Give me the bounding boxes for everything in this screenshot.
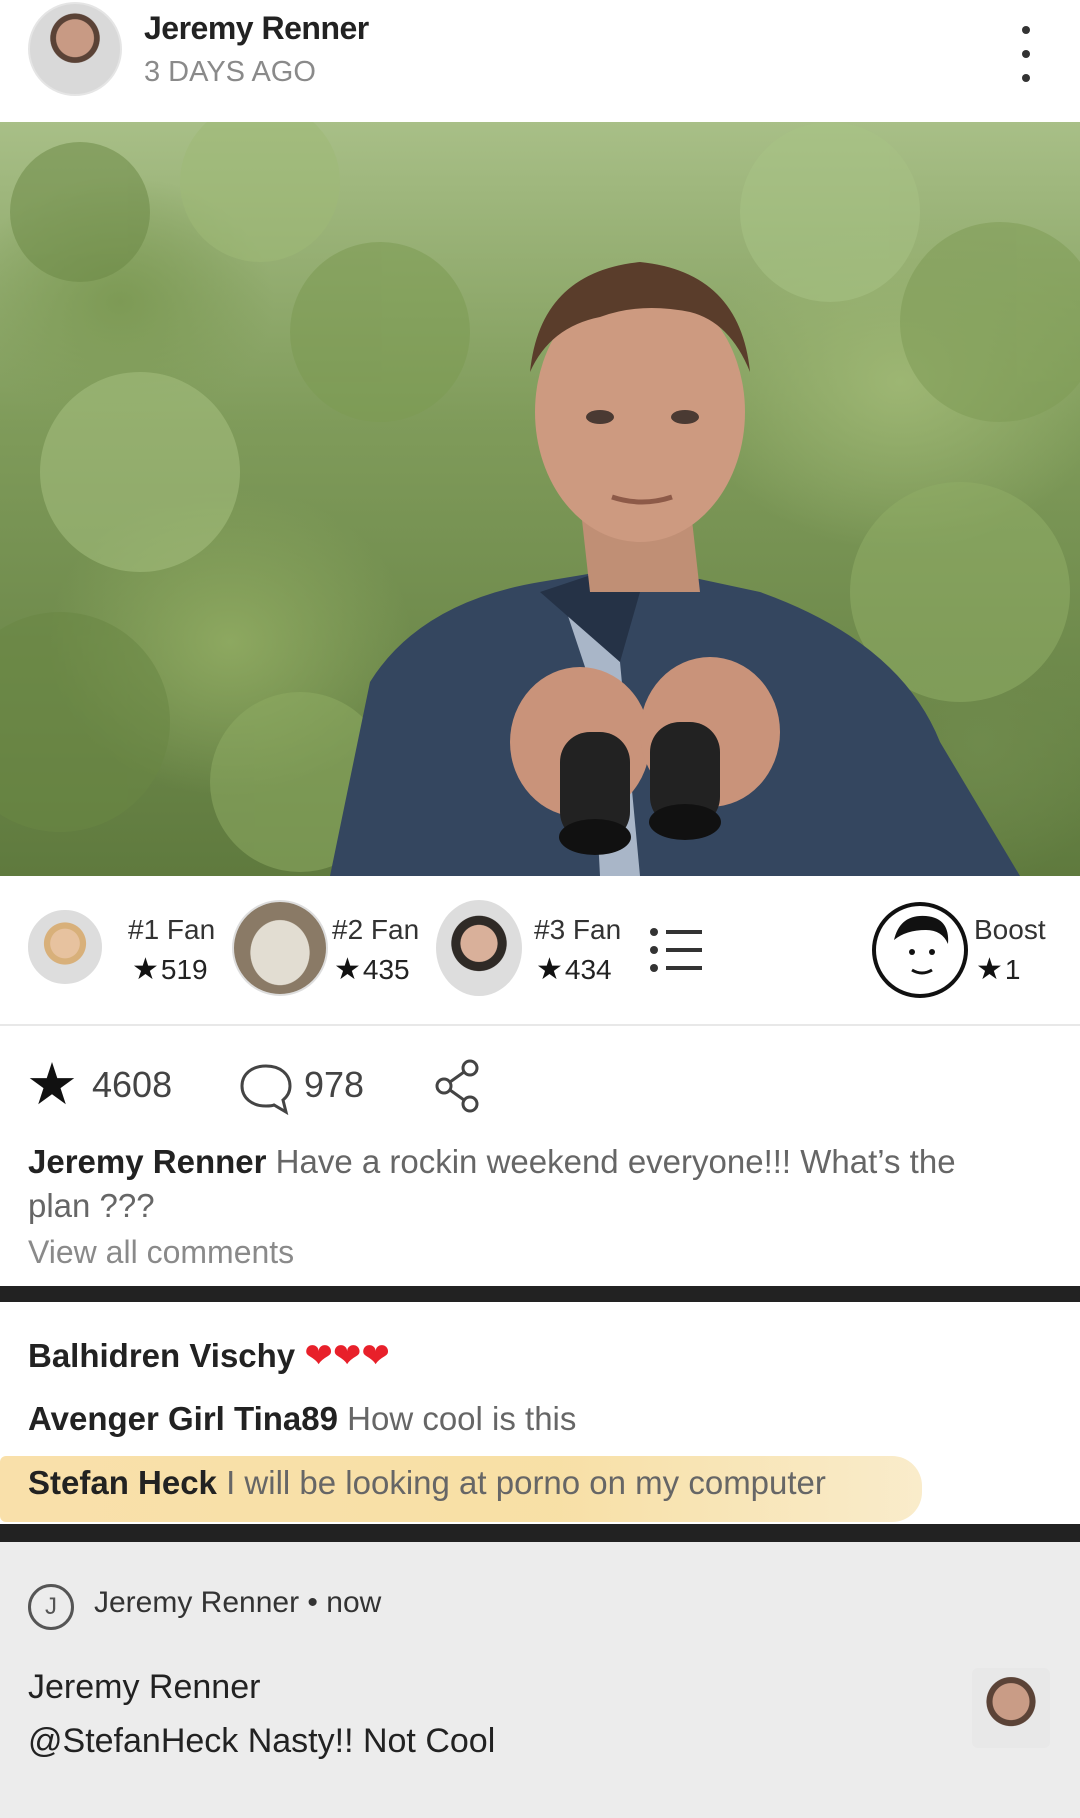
comment-text: How cool is this <box>347 1400 577 1437</box>
star-button-icon[interactable]: ★ <box>26 1056 78 1114</box>
post-header: Jeremy Renner 3 DAYS AGO <box>0 0 1080 122</box>
comment-author[interactable]: Balhidren Vischy <box>28 1337 295 1374</box>
share-icon[interactable] <box>432 1058 484 1114</box>
notification-title: Jeremy Renner <box>28 1668 261 1706</box>
fan-2-avatar[interactable] <box>232 900 328 996</box>
view-all-comments-link[interactable]: View all comments <box>28 1234 294 1271</box>
fan-2-score: ★435 <box>334 953 410 986</box>
fan-list-icon[interactable] <box>648 926 704 976</box>
notification-separator: • <box>307 1586 318 1619</box>
fan-3-rank: #3 Fan <box>534 914 622 945</box>
comment-3: Stefan Heck I will be looking at porno o… <box>28 1464 826 1502</box>
caption-text-continued: plan ??? <box>28 1187 155 1224</box>
comment-icon[interactable] <box>238 1060 294 1116</box>
fan-1-score: ★519 <box>132 953 208 986</box>
more-options-icon[interactable] <box>1010 26 1042 82</box>
comment-count: 978 <box>304 1064 365 1105</box>
post-actions: ★ 4608 978 <box>0 1040 1080 1132</box>
divider <box>0 1524 1080 1542</box>
caption-text: Have a rockin weekend everyone!!! What’s… <box>275 1143 956 1180</box>
post-caption: Jeremy Renner Have a rockin weekend ever… <box>28 1140 1048 1228</box>
app-badge-icon: J <box>28 1584 74 1630</box>
comment-text: I will be looking at porno on my compute… <box>226 1464 826 1501</box>
star-icon: ★ <box>536 953 563 986</box>
comment-2: Avenger Girl Tina89 How cool is this <box>28 1400 576 1438</box>
comment-1: Balhidren Vischy ❤❤❤ <box>28 1336 390 1376</box>
author-name[interactable]: Jeremy Renner <box>144 10 369 47</box>
star-count: 4608 <box>92 1064 173 1105</box>
caption-author[interactable]: Jeremy Renner <box>28 1143 266 1180</box>
post-time: 3 DAYS AGO <box>144 56 316 88</box>
comment-author[interactable]: Avenger Girl Tina89 <box>28 1400 338 1437</box>
notification-time: now <box>326 1586 382 1619</box>
notification-source: Jeremy Renner <box>94 1586 300 1619</box>
notification-avatar <box>972 1668 1050 1748</box>
top-fans-bar: #1 Fan ★519 #2 Fan ★435 #3 Fan ★434 Boos… <box>0 876 1080 1026</box>
fan-3-score: ★434 <box>536 953 612 986</box>
star-icon: ★ <box>132 953 159 986</box>
photo-illustration <box>0 122 1080 876</box>
fan-3-avatar[interactable] <box>436 900 522 996</box>
fan-1-rank: #1 Fan <box>128 914 216 945</box>
star-icon: ★ <box>976 953 1003 986</box>
fan-1-avatar[interactable] <box>28 910 102 984</box>
boost-score: ★1 <box>976 953 1021 986</box>
post-photo[interactable] <box>0 122 1080 876</box>
notification-header: Jeremy Renner • now <box>94 1586 381 1620</box>
heart-icon: ❤❤❤ <box>304 1337 390 1375</box>
boost-label[interactable]: Boost <box>974 914 1046 946</box>
divider <box>0 1286 1080 1302</box>
comment-author[interactable]: Stefan Heck <box>28 1464 217 1501</box>
notification-body: @StefanHeck Nasty!! Not Cool <box>28 1722 496 1760</box>
boost-avatar-icon[interactable] <box>870 900 970 1000</box>
fan-2-rank: #2 Fan <box>332 914 420 945</box>
star-icon: ★ <box>334 953 361 986</box>
author-avatar[interactable] <box>28 2 122 96</box>
